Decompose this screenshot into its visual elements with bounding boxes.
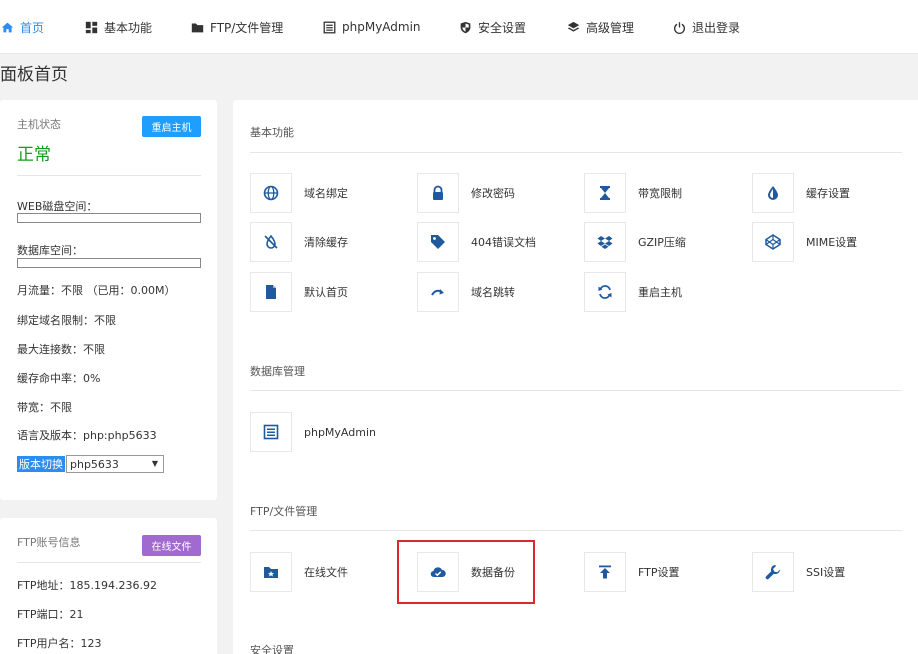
highlight-box bbox=[397, 540, 535, 604]
lock-icon bbox=[417, 173, 459, 213]
codepen-icon bbox=[752, 222, 794, 262]
wrench-icon bbox=[752, 552, 794, 592]
layers-icon bbox=[566, 20, 580, 34]
divider bbox=[250, 152, 902, 153]
tile-mime[interactable]: MIME设置 bbox=[752, 222, 857, 262]
ftp-info-panel: FTP账号信息 在线文件 FTP地址：185.194.236.92 FTP端口：… bbox=[0, 518, 217, 654]
function-panel: 基本功能 域名绑定 修改密码 带宽限制 缓存设置 清除缓存 404错误文档 GZ… bbox=[233, 100, 918, 654]
nav-home[interactable]: 首页 bbox=[0, 0, 44, 54]
nav-advanced[interactable]: 高级管理 bbox=[566, 0, 634, 54]
nav-basic[interactable]: 基本功能 bbox=[84, 0, 152, 54]
web-disk-progress bbox=[17, 213, 201, 223]
host-status-value: 正常 bbox=[17, 145, 51, 165]
max-conn-info: 最大连接数：不限 bbox=[17, 343, 105, 356]
divider bbox=[250, 390, 902, 391]
nav-ftp[interactable]: FTP/文件管理 bbox=[190, 0, 283, 54]
tile-cache-settings[interactable]: 缓存设置 bbox=[752, 173, 850, 213]
tile-gzip[interactable]: GZIP压缩 bbox=[584, 222, 686, 262]
tile-domain-redirect[interactable]: 域名跳转 bbox=[417, 272, 515, 312]
page-title: 面板首页 bbox=[0, 65, 68, 85]
power-icon bbox=[672, 20, 686, 34]
version-switch-label: 版本切换 bbox=[17, 456, 65, 472]
restart-host-button[interactable]: 重启主机 bbox=[142, 116, 201, 137]
tile-404-doc[interactable]: 404错误文档 bbox=[417, 222, 536, 262]
version-select[interactable]: php5633 ▼ bbox=[66, 455, 164, 473]
tile-online-files[interactable]: 在线文件 bbox=[250, 552, 348, 592]
lang-version-info: 语言及版本：php:php5633 bbox=[17, 429, 157, 442]
shield-icon bbox=[458, 20, 472, 34]
folder-star-icon bbox=[250, 552, 292, 592]
home-icon bbox=[0, 20, 14, 34]
divider bbox=[17, 562, 201, 563]
section-title-db: 数据库管理 bbox=[250, 365, 305, 378]
cache-hit-info: 缓存命中率：0% bbox=[17, 372, 101, 385]
section-title-ftp: FTP/文件管理 bbox=[250, 505, 318, 518]
section-title-basic: 基本功能 bbox=[250, 126, 294, 139]
divider bbox=[250, 530, 902, 531]
domain-limit-info: 绑定域名限制：不限 bbox=[17, 314, 116, 327]
tile-ftp-settings[interactable]: FTP设置 bbox=[584, 552, 680, 592]
tile-change-password[interactable]: 修改密码 bbox=[417, 173, 515, 213]
divider bbox=[17, 175, 201, 176]
online-files-button[interactable]: 在线文件 bbox=[142, 535, 201, 556]
bandwidth-info: 带宽：不限 bbox=[17, 401, 72, 414]
nav-logout[interactable]: 退出登录 bbox=[672, 0, 740, 54]
tile-clear-cache[interactable]: 清除缓存 bbox=[250, 222, 348, 262]
host-status-panel: 主机状态 重启主机 正常 WEB磁盘空间： 数据库空间： 月流量：不限 （已用：… bbox=[0, 100, 217, 500]
version-select-value: php5633 bbox=[70, 457, 119, 471]
refresh-icon bbox=[584, 272, 626, 312]
tile-default-index[interactable]: 默认首页 bbox=[250, 272, 348, 312]
tile-restart-host[interactable]: 重启主机 bbox=[584, 272, 682, 312]
host-status-title: 主机状态 bbox=[17, 118, 61, 131]
db-space-label: 数据库空间： bbox=[17, 244, 83, 257]
tile-domain-bind[interactable]: 域名绑定 bbox=[250, 173, 348, 213]
redirect-icon bbox=[417, 272, 459, 312]
traffic-info: 月流量：不限 （已用：0.00M） bbox=[17, 284, 176, 297]
ftp-port: FTP端口：21 bbox=[17, 608, 84, 621]
ftp-info-title: FTP账号信息 bbox=[17, 536, 81, 549]
tile-ssi-settings[interactable]: SSI设置 bbox=[752, 552, 845, 592]
dashboard-icon bbox=[84, 20, 98, 34]
folder-icon bbox=[190, 20, 204, 34]
cache-clear-icon bbox=[250, 222, 292, 262]
list-alt-icon bbox=[322, 20, 336, 34]
tag-icon bbox=[417, 222, 459, 262]
tile-phpmyadmin[interactable]: phpMyAdmin bbox=[250, 412, 376, 452]
nav-security[interactable]: 安全设置 bbox=[458, 0, 526, 54]
ftp-username: FTP用户名：123 bbox=[17, 637, 102, 650]
file-icon bbox=[250, 272, 292, 312]
dropbox-icon bbox=[584, 222, 626, 262]
globe-icon bbox=[250, 173, 292, 213]
hourglass-icon bbox=[584, 173, 626, 213]
drop-icon bbox=[752, 173, 794, 213]
upload-icon bbox=[584, 552, 626, 592]
ftp-address: FTP地址：185.194.236.92 bbox=[17, 579, 157, 592]
chevron-down-icon: ▼ bbox=[151, 459, 158, 468]
tile-bandwidth-limit[interactable]: 带宽限制 bbox=[584, 173, 682, 213]
web-disk-label: WEB磁盘空间： bbox=[17, 200, 98, 213]
db-space-progress bbox=[17, 258, 201, 268]
section-title-security: 安全设置 bbox=[250, 644, 294, 654]
list-alt-icon bbox=[250, 412, 292, 452]
top-nav: 首页 基本功能 FTP/文件管理 phpMyAdmin 安全设置 高级管理 退出… bbox=[0, 0, 918, 54]
nav-phpmyadmin[interactable]: phpMyAdmin bbox=[322, 0, 421, 54]
